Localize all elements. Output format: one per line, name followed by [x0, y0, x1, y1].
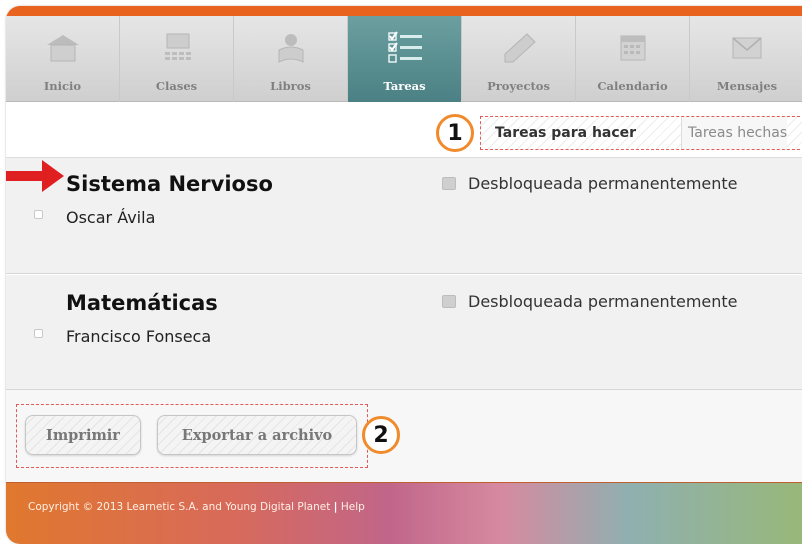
nav-label: Mensajes [716, 79, 778, 93]
task-checkbox[interactable] [34, 329, 43, 338]
task-title[interactable]: Matemáticas [66, 291, 218, 315]
home-icon [43, 32, 83, 64]
tab-tareas-para-hacer[interactable]: Tareas para hacer [495, 117, 636, 149]
books-icon [271, 32, 311, 64]
mail-icon [727, 32, 767, 64]
red-arrow-icon [6, 160, 64, 192]
task-status: Desbloqueada permanentemente [468, 174, 738, 193]
task-card[interactable]: Matemáticas Francisco Fonseca Desbloquea… [6, 274, 802, 390]
help-link[interactable]: Help [341, 501, 365, 513]
nav-item-tareas[interactable]: Tareas [348, 16, 462, 102]
task-title[interactable]: Sistema Nervioso [66, 172, 273, 196]
task-checkbox[interactable] [34, 210, 43, 219]
task-owner: Oscar Ávila [66, 208, 156, 227]
task-owner: Francisco Fonseca [66, 327, 212, 346]
calendar-icon [442, 295, 456, 308]
nav-item-mensajes[interactable]: Mensajes [690, 16, 802, 102]
task-filter-bar: 1 Tareas para hacer Tareas hechas [6, 102, 802, 158]
footer: Copyright © 2013 Learnetic S.A. and Youn… [6, 482, 802, 544]
main-nav: Inicio Clases Libros Tareas Proyectos Ca… [6, 16, 802, 102]
print-button[interactable]: Imprimir [25, 415, 141, 455]
callout-badge-1: 1 [436, 114, 474, 152]
footer-text: Copyright © 2013 Learnetic S.A. and Youn… [28, 501, 365, 513]
nav-label: Proyectos [487, 79, 550, 93]
action-bar: Imprimir Exportar a archivo 2 [6, 390, 802, 482]
calendar-icon [613, 32, 653, 64]
pencil-icon [499, 32, 539, 64]
task-card[interactable]: Sistema Nervioso Oscar Ávila Desbloquead… [6, 158, 802, 274]
tasks-icon [385, 31, 425, 64]
nav-label: Tareas [383, 79, 426, 93]
nav-item-clases[interactable]: Clases [120, 16, 234, 102]
app-frame: Inicio Clases Libros Tareas Proyectos Ca… [6, 6, 802, 544]
tab-tareas-hechas[interactable]: Tareas hechas [681, 117, 788, 149]
copyright-text: Copyright © 2013 Learnetic S.A. and Youn… [28, 501, 331, 513]
nav-item-libros[interactable]: Libros [234, 16, 348, 102]
task-status: Desbloqueada permanentemente [468, 292, 738, 311]
action-buttons-group: Imprimir Exportar a archivo [16, 404, 368, 468]
nav-item-proyectos[interactable]: Proyectos [462, 16, 576, 102]
footer-separator: | [333, 501, 338, 513]
nav-label: Libros [270, 79, 311, 93]
nav-label: Calendario [597, 79, 668, 93]
nav-item-calendario[interactable]: Calendario [576, 16, 690, 102]
top-accent-bar [6, 6, 802, 16]
export-button[interactable]: Exportar a archivo [157, 415, 357, 455]
callout-badge-2: 2 [362, 416, 400, 454]
classes-icon [157, 32, 197, 64]
nav-label: Clases [155, 79, 198, 93]
nav-label: Inicio [43, 79, 82, 93]
task-tabs: Tareas para hacer Tareas hechas [480, 116, 802, 150]
nav-item-inicio[interactable]: Inicio [6, 16, 120, 102]
calendar-icon [442, 177, 456, 190]
